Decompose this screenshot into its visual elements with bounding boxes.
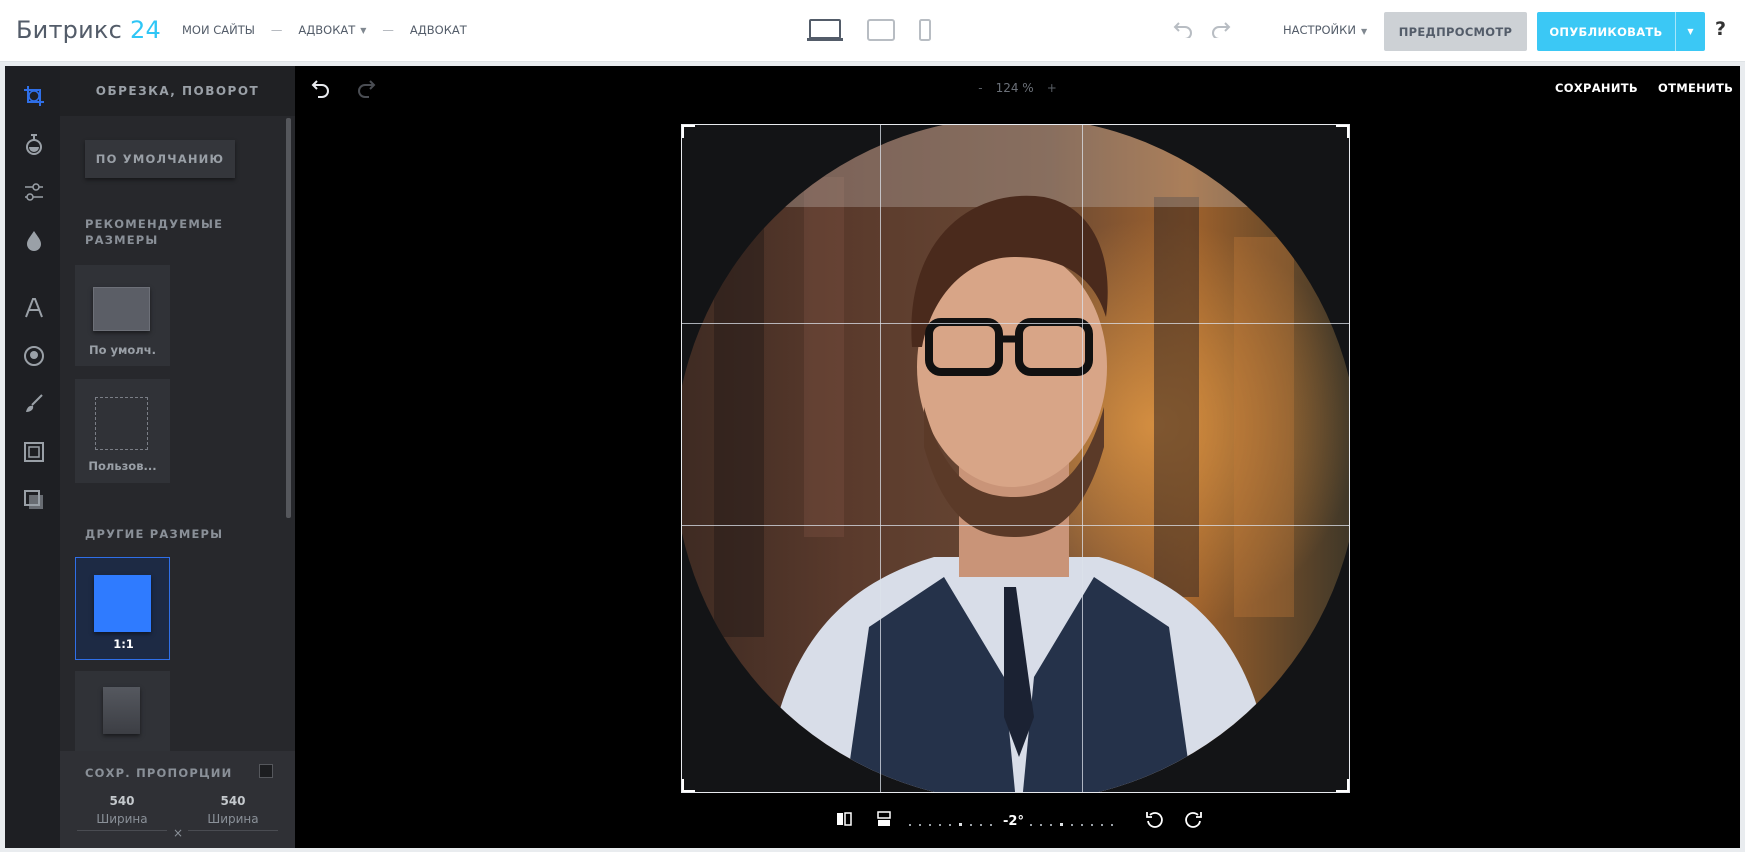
size-preview bbox=[94, 575, 151, 632]
keep-proportions-checkbox[interactable] bbox=[259, 764, 273, 778]
history-controls bbox=[1172, 18, 1248, 42]
logo-number: 24 bbox=[129, 16, 161, 44]
desktop-icon[interactable] bbox=[806, 18, 844, 46]
crop-area[interactable] bbox=[681, 124, 1350, 793]
panel-title: ОБРЕЗКА, ПОВОРОТ bbox=[60, 66, 295, 116]
chevron-down-icon[interactable]: ▼ bbox=[1675, 12, 1705, 51]
size-option-portrait[interactable] bbox=[75, 671, 170, 751]
crop-icon[interactable] bbox=[22, 84, 46, 108]
crop-handle-top-left[interactable] bbox=[682, 125, 695, 138]
proportions-section: СОХР. ПРОПОРЦИИ 540 Ширина × 540 Ширина bbox=[60, 751, 295, 848]
brush-icon[interactable] bbox=[22, 392, 46, 416]
filter-icon[interactable] bbox=[22, 132, 46, 156]
size-option-square[interactable]: 1:1 bbox=[75, 557, 170, 660]
rotate-right-icon[interactable] bbox=[1183, 810, 1203, 834]
size-option-label: Пользов... bbox=[88, 459, 157, 473]
redo-icon[interactable] bbox=[1210, 18, 1232, 42]
drop-icon[interactable] bbox=[22, 228, 46, 252]
size-preview bbox=[95, 397, 148, 450]
undo-icon[interactable] bbox=[1172, 18, 1194, 42]
zoom-out-button[interactable]: - bbox=[978, 81, 982, 95]
sticker-icon[interactable] bbox=[22, 344, 46, 368]
top-bar: Битрикс 24 МОИ САЙТЫ — АДВОКАТ ▼ — АДВОКА… bbox=[0, 0, 1745, 62]
chevron-down-icon[interactable]: ▼ bbox=[360, 26, 366, 35]
adjust-icon[interactable] bbox=[22, 180, 46, 204]
publish-button[interactable]: ОПУБЛИКОВАТЬ ▼ bbox=[1537, 12, 1705, 51]
keep-proportions-label: СОХР. ПРОПОРЦИИ bbox=[85, 766, 233, 780]
zoom-control: -124 % + bbox=[295, 81, 1740, 95]
tablet-icon[interactable] bbox=[866, 18, 896, 46]
size-preview bbox=[103, 687, 140, 734]
size-preview bbox=[93, 287, 150, 331]
width-label: Ширина bbox=[77, 812, 167, 831]
size-option-label: 1:1 bbox=[113, 637, 134, 651]
width-value: 540 bbox=[109, 794, 135, 808]
size-option-custom[interactable]: Пользов... bbox=[75, 379, 170, 483]
height-field[interactable]: 540 Ширина bbox=[188, 794, 278, 831]
settings-label: НАСТРОЙКИ bbox=[1283, 23, 1356, 37]
logo[interactable]: Битрикс 24 bbox=[16, 16, 161, 44]
device-switcher bbox=[806, 18, 954, 46]
portrait-photo bbox=[682, 125, 1349, 792]
image-canvas: -124 % + СОХРАНИТЬ ОТМЕНИТЬ -2° bbox=[295, 66, 1740, 848]
frame-icon[interactable] bbox=[22, 440, 46, 464]
breadcrumb-separator: — bbox=[270, 23, 283, 37]
breadcrumb-site[interactable]: АДВОКАТ bbox=[298, 23, 355, 37]
crop-handle-bottom-right[interactable] bbox=[1336, 779, 1349, 792]
reset-default-button[interactable]: ПО УМОЛЧАНИЮ bbox=[85, 140, 235, 178]
flip-vertical-icon[interactable] bbox=[875, 810, 893, 832]
help-button[interactable]: ? bbox=[1715, 18, 1726, 40]
size-option-default[interactable]: По умолч. bbox=[75, 265, 170, 366]
height-label: Ширина bbox=[188, 812, 278, 831]
crop-panel: ОБРЕЗКА, ПОВОРОТ ПО УМОЛЧАНИЮ РЕКОМЕНДУЕ… bbox=[60, 66, 295, 848]
settings-menu[interactable]: НАСТРОЙКИ ▼ bbox=[1283, 23, 1367, 37]
rotation-angle: -2° bbox=[1003, 814, 1024, 829]
grid-line bbox=[880, 125, 881, 792]
crop-handle-bottom-left[interactable] bbox=[682, 779, 695, 792]
crop-handle-top-right[interactable] bbox=[1336, 125, 1349, 138]
logo-text: Битрикс bbox=[16, 16, 122, 44]
save-button[interactable]: СОХРАНИТЬ bbox=[1555, 81, 1638, 95]
tool-bar bbox=[5, 66, 60, 848]
overlay-icon[interactable] bbox=[22, 488, 46, 512]
cancel-button[interactable]: ОТМЕНИТЬ bbox=[1658, 81, 1733, 95]
preview-button[interactable]: ПРЕДПРОСМОТР bbox=[1384, 12, 1527, 51]
image-editor: ОБРЕЗКА, ПОВОРОТ ПО УМОЛЧАНИЮ РЕКОМЕНДУЕ… bbox=[5, 66, 1740, 848]
other-sizes-title: ДРУГИЕ РАЗМЕРЫ bbox=[85, 527, 224, 541]
grid-line bbox=[682, 525, 1349, 526]
text-icon[interactable] bbox=[22, 296, 46, 320]
breadcrumb-page[interactable]: АДВОКАТ bbox=[410, 23, 467, 37]
mobile-icon[interactable] bbox=[918, 18, 932, 46]
breadcrumb-separator: — bbox=[382, 23, 394, 37]
panel-scrollbar[interactable] bbox=[286, 118, 291, 518]
grid-line bbox=[682, 323, 1349, 324]
publish-label: ОПУБЛИКОВАТЬ bbox=[1549, 24, 1663, 39]
zoom-in-button[interactable]: + bbox=[1047, 81, 1057, 95]
chevron-down-icon: ▼ bbox=[1360, 27, 1368, 36]
height-value: 540 bbox=[220, 794, 246, 808]
width-field[interactable]: 540 Ширина bbox=[77, 794, 167, 831]
zoom-value: 124 % bbox=[995, 81, 1034, 95]
dimension-separator: × bbox=[173, 826, 184, 840]
breadcrumb: МОИ САЙТЫ — АДВОКАТ ▼ — АДВОКАТ bbox=[182, 23, 467, 37]
rotate-left-icon[interactable] bbox=[1145, 810, 1165, 834]
recommended-sizes-title: РЕКОМЕНДУЕМЫЕ РАЗМЕРЫ bbox=[85, 217, 224, 247]
size-option-label: По умолч. bbox=[88, 343, 156, 357]
flip-horizontal-icon[interactable] bbox=[835, 810, 853, 832]
breadcrumb-my-sites[interactable]: МОИ САЙТЫ bbox=[182, 23, 255, 37]
rotation-toolbar: -2° bbox=[295, 810, 1740, 840]
grid-line bbox=[1082, 125, 1083, 792]
